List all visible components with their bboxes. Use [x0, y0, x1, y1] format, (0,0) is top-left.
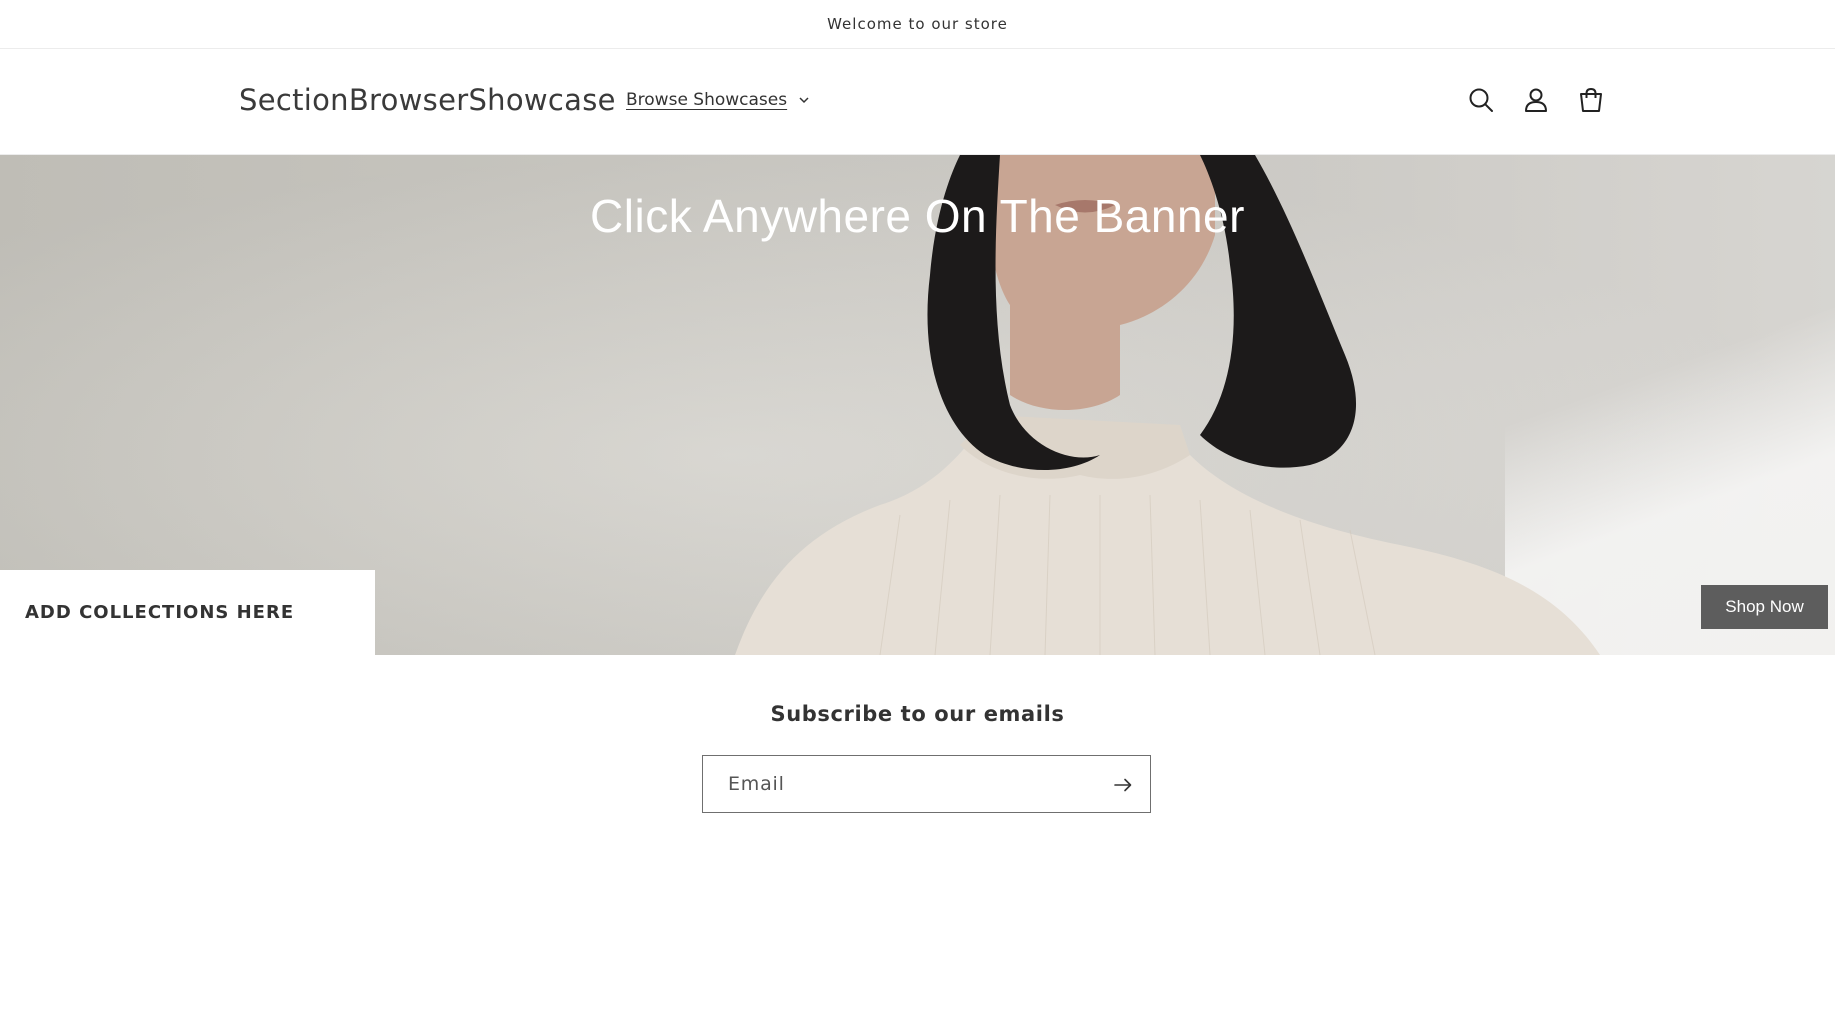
chevron-down-icon: [799, 97, 809, 104]
banner-heading: Click Anywhere On The Banner: [590, 190, 1245, 242]
announcement-bar: Welcome to our store: [0, 0, 1835, 49]
announcement-text: Welcome to our store: [827, 15, 1008, 33]
search-button[interactable]: [1465, 84, 1497, 116]
hero-banner[interactable]: Click Anywhere On The Banner ADD COLLECT…: [0, 155, 1835, 655]
nav-browse-showcases-label: Browse Showcases: [626, 90, 788, 110]
email-field: [702, 755, 1151, 813]
cart-button[interactable]: [1575, 84, 1607, 116]
collections-box[interactable]: ADD COLLECTIONS HERE: [0, 570, 375, 655]
search-icon: [1469, 88, 1493, 112]
account-icon: [1525, 88, 1547, 112]
arrow-right-icon[interactable]: [1112, 774, 1134, 796]
store-logo[interactable]: SectionBrowserShowcase: [239, 83, 616, 117]
newsletter-title: Subscribe to our emails: [770, 702, 1065, 726]
collections-label: ADD COLLECTIONS HERE: [25, 602, 295, 623]
email-input[interactable]: [703, 756, 1083, 812]
account-button[interactable]: [1520, 84, 1552, 116]
shop-now-button[interactable]: Shop Now: [1701, 585, 1828, 629]
cart-icon: [1580, 87, 1602, 112]
site-header: SectionBrowserShowcase Browse Showcases: [0, 49, 1835, 155]
nav-browse-showcases[interactable]: Browse Showcases: [626, 90, 811, 110]
